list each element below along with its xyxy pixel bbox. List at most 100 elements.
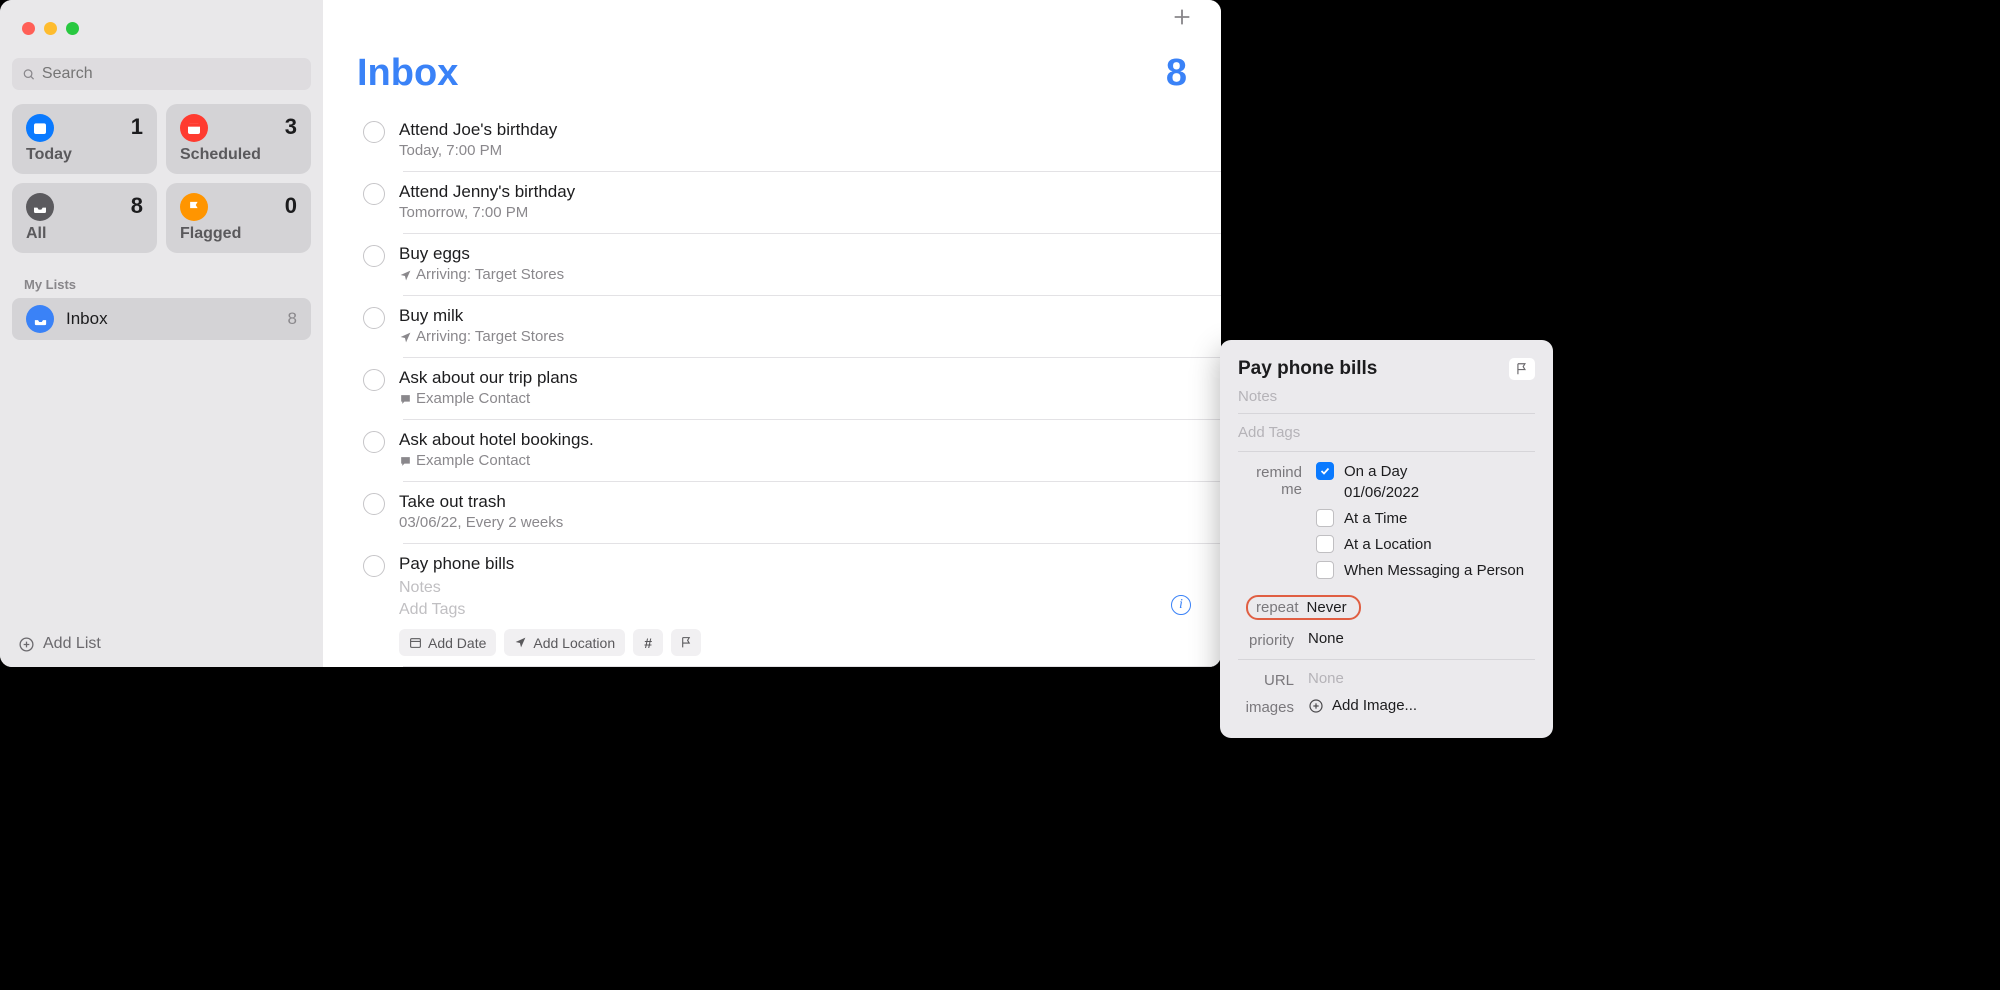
smart-list-scheduled-label: Scheduled: [180, 146, 297, 164]
priority-value[interactable]: None: [1308, 630, 1344, 647]
priority-row: priority None: [1238, 630, 1535, 649]
when-messaging-checkbox[interactable]: [1316, 561, 1334, 579]
completion-toggle[interactable]: [363, 121, 385, 143]
add-location-chip[interactable]: Add Location: [504, 629, 625, 656]
reminder-title: Attend Joe's birthday: [399, 119, 1201, 141]
reminder-meta: Tomorrow, 7:00 PM: [399, 203, 1201, 223]
sidebar-list-inbox-label: Inbox: [66, 309, 276, 329]
list-count: 8: [1166, 52, 1187, 95]
add-reminder-button[interactable]: [1171, 6, 1193, 33]
fullscreen-window-button[interactable]: [66, 22, 79, 35]
on-a-day-checkbox[interactable]: [1316, 462, 1334, 480]
calendar-today-icon: [26, 114, 54, 142]
reminder-item[interactable]: Attend Jenny's birthday Tomorrow, 7:00 P…: [327, 171, 1221, 233]
sidebar-list-inbox[interactable]: Inbox 8: [12, 298, 311, 340]
smart-list-all-label: All: [26, 225, 143, 243]
smart-lists-grid: 1 Today 3 Scheduled 8: [0, 100, 323, 263]
reminder-title: Ask about our trip plans: [399, 367, 1201, 389]
completion-toggle[interactable]: [363, 493, 385, 515]
add-date-chip[interactable]: Add Date: [399, 629, 496, 656]
reminder-inline-editor: Notes Add Tags Add Date Add Location: [399, 575, 1157, 656]
smart-list-scheduled[interactable]: 3 Scheduled: [166, 104, 311, 174]
message-icon: [399, 455, 412, 468]
smart-list-all-count: 8: [131, 193, 143, 219]
completion-toggle[interactable]: [363, 183, 385, 205]
search-box[interactable]: [12, 58, 311, 90]
checkmark-icon: [1319, 465, 1331, 477]
plus-circle-icon: [18, 636, 35, 653]
reminder-meta: Arriving: Target Stores: [399, 327, 1201, 347]
reminder-item[interactable]: Take out trash 03/06/22, Every 2 weeks: [327, 481, 1221, 543]
reminder-item[interactable]: Ask about our trip plans Example Contact: [327, 357, 1221, 419]
smart-list-today[interactable]: 1 Today: [12, 104, 157, 174]
toolbar: [323, 0, 1221, 38]
header: Inbox 8: [323, 38, 1221, 109]
reminder-item[interactable]: Attend Joe's birthday Today, 7:00 PM: [327, 109, 1221, 171]
flag-icon: [180, 193, 208, 221]
images-label: images: [1238, 697, 1294, 716]
completion-toggle[interactable]: [363, 555, 385, 577]
smart-list-scheduled-count: 3: [285, 114, 297, 140]
at-a-location-checkbox[interactable]: [1316, 535, 1334, 553]
reminder-list: Attend Joe's birthday Today, 7:00 PM Att…: [323, 109, 1221, 667]
reminder-meta: Today, 7:00 PM: [399, 141, 1201, 161]
reminder-title: Buy eggs: [399, 243, 1201, 265]
reminder-item[interactable]: Buy eggs Arriving: Target Stores: [327, 233, 1221, 295]
at-a-location-label: At a Location: [1344, 536, 1432, 553]
details-title[interactable]: Pay phone bills: [1238, 358, 1377, 380]
location-arrow-icon: [399, 269, 412, 282]
reminder-title: Ask about hotel bookings.: [399, 429, 1201, 451]
repeat-selector[interactable]: repeat Never: [1246, 595, 1361, 620]
repeat-label: repeat: [1256, 599, 1299, 616]
at-a-time-checkbox[interactable]: [1316, 509, 1334, 527]
plus-circle-icon: [1308, 698, 1324, 714]
tags-placeholder[interactable]: Add Tags: [399, 601, 1157, 619]
sidebar: 1 Today 3 Scheduled 8: [0, 0, 323, 667]
location-arrow-icon: [514, 636, 527, 649]
reminder-item[interactable]: Ask about hotel bookings. Example Contac…: [327, 419, 1221, 481]
info-button[interactable]: i: [1171, 595, 1191, 615]
my-lists-header: My Lists: [0, 263, 323, 298]
minimize-window-button[interactable]: [44, 22, 57, 35]
add-flag-chip[interactable]: [671, 629, 701, 656]
reminder-meta: 03/06/22, Every 2 weeks: [399, 513, 1201, 533]
main-content: Inbox 8 Attend Joe's birthday Today, 7:0…: [323, 0, 1221, 667]
reminder-title: Attend Jenny's birthday: [399, 181, 1201, 203]
flag-icon: [680, 636, 693, 649]
remind-date-value[interactable]: 01/06/2022: [1344, 484, 1535, 501]
list-title: Inbox: [357, 52, 458, 95]
calendar-icon: [409, 636, 422, 649]
details-tags-placeholder[interactable]: Add Tags: [1238, 424, 1535, 441]
url-label: URL: [1238, 670, 1294, 689]
add-image-label: Add Image...: [1332, 697, 1417, 714]
reminder-title: Pay phone bills: [399, 553, 1157, 575]
reminder-title: Take out trash: [399, 491, 1201, 513]
details-notes-placeholder[interactable]: Notes: [1238, 388, 1535, 405]
completion-toggle[interactable]: [363, 431, 385, 453]
calendar-icon: [180, 114, 208, 142]
images-row: images Add Image...: [1238, 697, 1535, 716]
hash-icon: #: [644, 635, 652, 651]
reminder-title: Buy milk: [399, 305, 1201, 327]
search-container: [0, 50, 323, 100]
completion-toggle[interactable]: [363, 307, 385, 329]
location-arrow-icon: [399, 331, 412, 344]
flag-icon: [1515, 362, 1529, 376]
notes-placeholder[interactable]: Notes: [399, 579, 1157, 597]
completion-toggle[interactable]: [363, 245, 385, 267]
add-list-button[interactable]: Add List: [0, 621, 323, 667]
completion-toggle[interactable]: [363, 369, 385, 391]
smart-list-flagged[interactable]: 0 Flagged: [166, 183, 311, 253]
add-list-label: Add List: [43, 635, 101, 653]
url-placeholder[interactable]: None: [1308, 670, 1344, 687]
reminder-meta: Example Contact: [399, 451, 1201, 471]
add-tag-chip[interactable]: #: [633, 629, 663, 656]
search-input[interactable]: [42, 65, 301, 83]
reminder-item-selected[interactable]: Pay phone bills Notes Add Tags Add Date …: [327, 543, 1221, 666]
details-flag-toggle[interactable]: [1509, 358, 1535, 380]
smart-list-all[interactable]: 8 All: [12, 183, 157, 253]
when-messaging-label: When Messaging a Person: [1344, 562, 1524, 579]
reminder-item[interactable]: Buy milk Arriving: Target Stores: [327, 295, 1221, 357]
close-window-button[interactable]: [22, 22, 35, 35]
add-image-button[interactable]: Add Image...: [1308, 697, 1417, 714]
